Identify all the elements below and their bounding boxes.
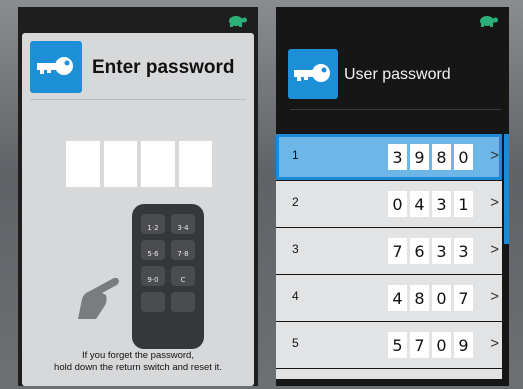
password-digit[interactable]: 3	[388, 144, 407, 170]
password-digit-box[interactable]	[66, 141, 100, 187]
user-number: 4	[292, 289, 299, 303]
password-panel: Enter password 1·2 3·4 5·6 7·8 9·0 C If …	[22, 33, 254, 386]
status-bar	[276, 7, 509, 33]
user-number: 2	[292, 195, 299, 209]
password-digit-box[interactable]	[141, 141, 175, 187]
status-bar	[18, 7, 258, 33]
turtle-icon	[480, 16, 498, 27]
password-digit[interactable]: 0	[454, 144, 473, 170]
divider	[290, 109, 501, 110]
turtle-icon	[229, 16, 247, 27]
user-number: 1	[292, 148, 299, 162]
password-digit[interactable]: 8	[432, 144, 451, 170]
password-digit-box[interactable]	[178, 141, 212, 187]
remote-button: 9·0	[141, 266, 165, 286]
list-item[interactable]: 3 7 6 3 3 >	[276, 228, 502, 274]
password-digits: 3 9 8 0	[388, 144, 473, 170]
password-digit[interactable]: 0	[388, 191, 407, 217]
remote-button: 5·6	[141, 240, 165, 260]
password-digit[interactable]: 7	[410, 332, 429, 358]
password-digits: 0 4 3 1	[388, 191, 473, 217]
help-text: If you forget the password, hold down th…	[22, 350, 254, 374]
password-digit[interactable]: 6	[410, 238, 429, 264]
remote-button: 7·8	[171, 240, 195, 260]
header: Enter password	[30, 41, 250, 93]
password-digits: 5 7 0 9	[388, 332, 473, 358]
user-number: 5	[292, 336, 299, 350]
user-password-list: 1 3 9 8 0 > 2 0 4 3 1 > 3 7 6 3 3 > 4 4 …	[276, 134, 509, 379]
divider	[30, 99, 246, 100]
password-digit[interactable]: 3	[454, 238, 473, 264]
remote-button	[141, 292, 165, 312]
help-text-line: hold down the return switch and reset it…	[54, 362, 222, 373]
enter-password-screen: Enter password 1·2 3·4 5·6 7·8 9·0 C If …	[18, 7, 258, 386]
password-digit[interactable]: 0	[432, 332, 451, 358]
remote-button: 3·4	[171, 214, 195, 234]
password-digit[interactable]: 9	[410, 144, 429, 170]
chevron-right-icon[interactable]: >	[490, 335, 499, 352]
help-text-line: If you forget the password,	[82, 350, 194, 361]
list-item[interactable]: 5 5 7 0 9 >	[276, 322, 502, 368]
password-digit[interactable]: 9	[454, 332, 473, 358]
password-digit[interactable]: 8	[410, 285, 429, 311]
password-digit[interactable]: 7	[388, 238, 407, 264]
user-password-screen: User password 1 3 9 8 0 > 2 0 4 3 1 > 3	[276, 7, 509, 386]
password-digit[interactable]: 5	[388, 332, 407, 358]
page-title: User password	[344, 66, 451, 83]
remote-button	[171, 292, 195, 312]
password-digit-box[interactable]	[103, 141, 137, 187]
chevron-right-icon[interactable]: >	[490, 147, 499, 164]
user-number: 3	[292, 242, 299, 256]
password-digit[interactable]: 4	[388, 285, 407, 311]
key-icon	[30, 41, 82, 93]
password-digit[interactable]: 4	[410, 191, 429, 217]
key-icon	[288, 49, 338, 99]
password-digit[interactable]: 3	[432, 191, 451, 217]
password-digit[interactable]: 1	[454, 191, 473, 217]
list-item[interactable]: 4 4 8 0 7 >	[276, 275, 502, 321]
page-title: Enter password	[92, 57, 235, 78]
chevron-right-icon[interactable]: >	[490, 241, 499, 258]
password-digits: 4 8 0 7	[388, 285, 473, 311]
chevron-right-icon[interactable]: >	[490, 194, 499, 211]
password-input[interactable]	[66, 141, 212, 187]
password-digit[interactable]: 7	[454, 285, 473, 311]
remote-button: 1·2	[141, 214, 165, 234]
remote-button: C	[171, 266, 195, 286]
chevron-right-icon[interactable]: >	[490, 288, 499, 305]
password-digit[interactable]: 0	[432, 285, 451, 311]
password-digits: 7 6 3 3	[388, 238, 473, 264]
remote-control-illustration: 1·2 3·4 5·6 7·8 9·0 C	[132, 204, 204, 349]
list-item[interactable]: 2 0 4 3 1 >	[276, 181, 502, 227]
list-item[interactable]	[276, 369, 502, 379]
hand-pointer-icon	[78, 277, 119, 319]
list-item[interactable]: 1 3 9 8 0 >	[276, 134, 502, 180]
password-digit[interactable]: 3	[432, 238, 451, 264]
scrollbar[interactable]	[504, 134, 509, 244]
header: User password	[288, 49, 493, 101]
